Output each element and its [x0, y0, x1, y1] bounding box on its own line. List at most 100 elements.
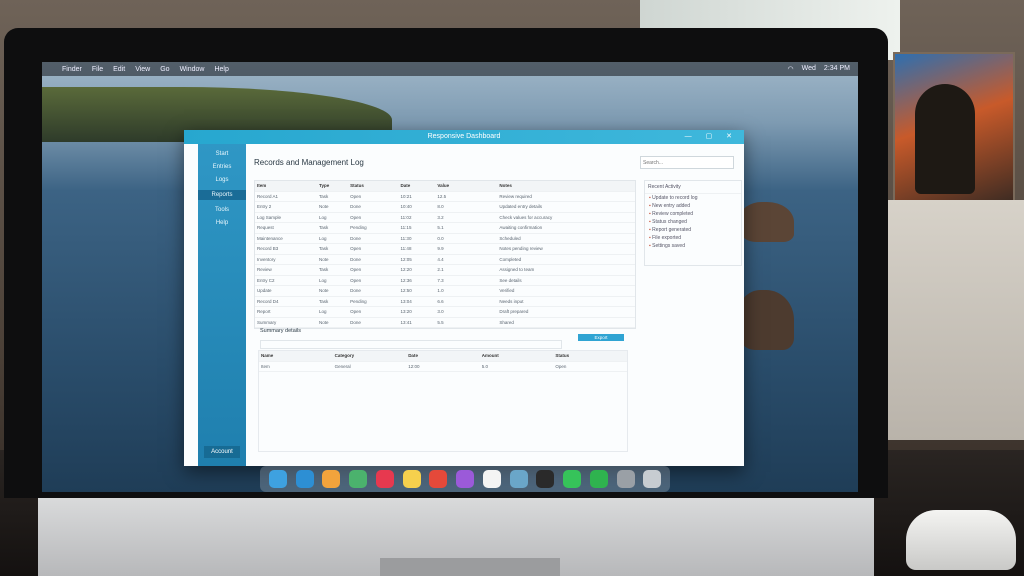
sidebar-item-tools[interactable]: Tools: [198, 207, 246, 213]
table-cell: Open: [350, 193, 362, 199]
table-cell: Assigned to team: [499, 267, 535, 273]
activity-item[interactable]: New entry added: [645, 202, 741, 210]
table-row[interactable]: Summary Note Done 13:41 5.5 Shared: [255, 318, 635, 328]
sidebar-item-help[interactable]: Help: [198, 220, 246, 226]
column-header[interactable]: Date: [406, 353, 480, 358]
menu-item[interactable]: Finder: [62, 66, 82, 73]
table-cell: Awaiting confirmation: [499, 225, 543, 231]
room-shelf: [880, 200, 1024, 440]
table-cell: General: [334, 363, 351, 369]
table-row[interactable]: Update Note Done 12:50 1.0 Verified: [255, 286, 635, 297]
table-cell: Open: [350, 214, 362, 220]
menu-item[interactable]: Edit: [113, 66, 125, 73]
sidebar-item-logs[interactable]: Logs: [198, 177, 246, 183]
wifi-icon[interactable]: ◠: [788, 65, 794, 73]
table-row[interactable]: Maintenance Log Done 11:30 0.0 Scheduled: [255, 234, 635, 244]
account-button[interactable]: Account: [204, 446, 240, 458]
sidebar-item-reports[interactable]: Reports: [198, 190, 246, 200]
clock[interactable]: 2:34 PM: [824, 65, 850, 73]
activity-item[interactable]: Update to record log: [645, 194, 741, 202]
sidebar-item-start[interactable]: Start: [198, 151, 246, 157]
calendar-icon[interactable]: [482, 470, 501, 488]
activity-item[interactable]: File exported: [645, 234, 741, 242]
table-row[interactable]: Record B3 Task Open 11:48 9.9 Notes pending r…: [255, 244, 635, 255]
terminal-icon[interactable]: [536, 470, 555, 488]
chrome-icon[interactable]: [429, 470, 448, 488]
menu-item[interactable]: Help: [214, 66, 228, 73]
table-row[interactable]: Inventory Note Done 12:05 4.4 Completed: [255, 255, 635, 265]
table-cell: Task: [319, 225, 329, 231]
menu-item[interactable]: View: [135, 66, 150, 73]
messages-icon[interactable]: [563, 470, 581, 488]
activity-item[interactable]: Settings saved: [645, 242, 741, 250]
filter-field[interactable]: [260, 340, 562, 349]
window-controls[interactable]: — ▢ ✕: [685, 130, 738, 144]
trash-icon[interactable]: [643, 470, 662, 488]
column-header[interactable]: Amount: [480, 353, 554, 358]
column-header[interactable]: Name: [259, 353, 333, 358]
table-row[interactable]: Review Task Open 12:20 2.1 Assigned to team: [255, 265, 635, 276]
table-cell: Check values for accuracy: [499, 214, 553, 220]
photos-icon[interactable]: [322, 470, 341, 488]
panel-title: Recent Activity: [645, 181, 741, 194]
activity-item[interactable]: Status changed: [645, 218, 741, 226]
table-row[interactable]: Record D4 Task Pending 13:04 6.6 Needs input: [255, 297, 635, 307]
sidebar: Start Entries Logs Reports Tools Help Ac…: [198, 144, 246, 466]
table-cell: 6.6: [437, 298, 444, 304]
music-icon[interactable]: [375, 470, 394, 488]
table-cell: 7.3: [437, 277, 444, 283]
table-cell: 5.1: [437, 225, 444, 231]
table-row[interactable]: Log Sample Log Open 11:02 3.2 Check values fo…: [255, 213, 635, 223]
window-titlebar[interactable]: Responsive Dashboard — ▢ ✕: [184, 130, 744, 144]
table-row[interactable]: Entry 2 Note Done 10:40 8.0 Updated entry det…: [255, 202, 635, 213]
activity-item[interactable]: Report generated: [645, 226, 741, 234]
table-cell: 12:20: [400, 267, 412, 273]
table-cell: Done: [350, 204, 361, 210]
settings-icon[interactable]: [616, 470, 635, 488]
table-cell: Shared: [499, 319, 514, 325]
column-header[interactable]: Item: [255, 183, 317, 188]
facetime-icon[interactable]: [589, 470, 608, 488]
activity-item[interactable]: Review completed: [645, 210, 741, 218]
menu-bar: Finder File Edit View Go Window Help ◠ W…: [42, 62, 858, 76]
table-cell: Record A1: [257, 193, 279, 199]
table-cell: 5.0: [481, 363, 489, 369]
table-cell: Task: [319, 298, 329, 304]
menu-item[interactable]: Go: [160, 66, 169, 73]
table-cell: 12:00: [408, 363, 420, 369]
table-cell: 4.4: [437, 256, 444, 262]
network-icon[interactable]: [509, 470, 528, 488]
export-button[interactable]: Export: [578, 334, 624, 341]
table-cell: Review required: [499, 193, 532, 199]
podcasts-icon[interactable]: [456, 470, 474, 488]
table-cell: 11:15: [400, 225, 412, 231]
table-row[interactable]: Entry C2 Log Open 12:36 7.3 See details: [255, 276, 635, 286]
table-cell: Verified: [499, 288, 515, 294]
maps-icon[interactable]: [349, 470, 367, 488]
column-header[interactable]: Category: [333, 353, 407, 358]
table-cell: Task: [319, 246, 329, 252]
table-row[interactable]: Request Task Pending 11:15 5.1 Awaiting confi…: [255, 223, 635, 234]
finder-icon[interactable]: [268, 470, 287, 488]
notes-icon[interactable]: [402, 470, 421, 488]
search-input[interactable]: [640, 156, 734, 169]
column-header[interactable]: Date: [399, 183, 436, 188]
column-header[interactable]: Value: [435, 183, 497, 188]
column-header[interactable]: Status: [553, 353, 627, 358]
column-header[interactable]: Type: [317, 183, 348, 188]
table-row[interactable]: Item General 12:00 5.0 Open: [259, 362, 627, 372]
table-cell: 2.1: [437, 267, 444, 273]
app-window: Responsive Dashboard — ▢ ✕ Start Entries…: [184, 130, 744, 466]
table-row[interactable]: Report Log Open 13:20 3.0 Draft prepared: [255, 307, 635, 318]
column-header[interactable]: Notes: [497, 183, 635, 188]
table-cell: 11:30: [400, 235, 412, 241]
menu-item[interactable]: File: [92, 66, 103, 73]
table-row[interactable]: Record A1 Task Open 10:21 12.5 Review require…: [255, 192, 635, 202]
sidebar-item-entries[interactable]: Entries: [198, 164, 246, 170]
window-title: Responsive Dashboard: [427, 133, 501, 140]
table-cell: 11:02: [400, 214, 412, 220]
column-header[interactable]: Status: [348, 183, 398, 188]
menu-item[interactable]: Window: [180, 66, 205, 73]
table-cell: Record D4: [257, 298, 279, 304]
safari-icon[interactable]: [295, 470, 314, 488]
